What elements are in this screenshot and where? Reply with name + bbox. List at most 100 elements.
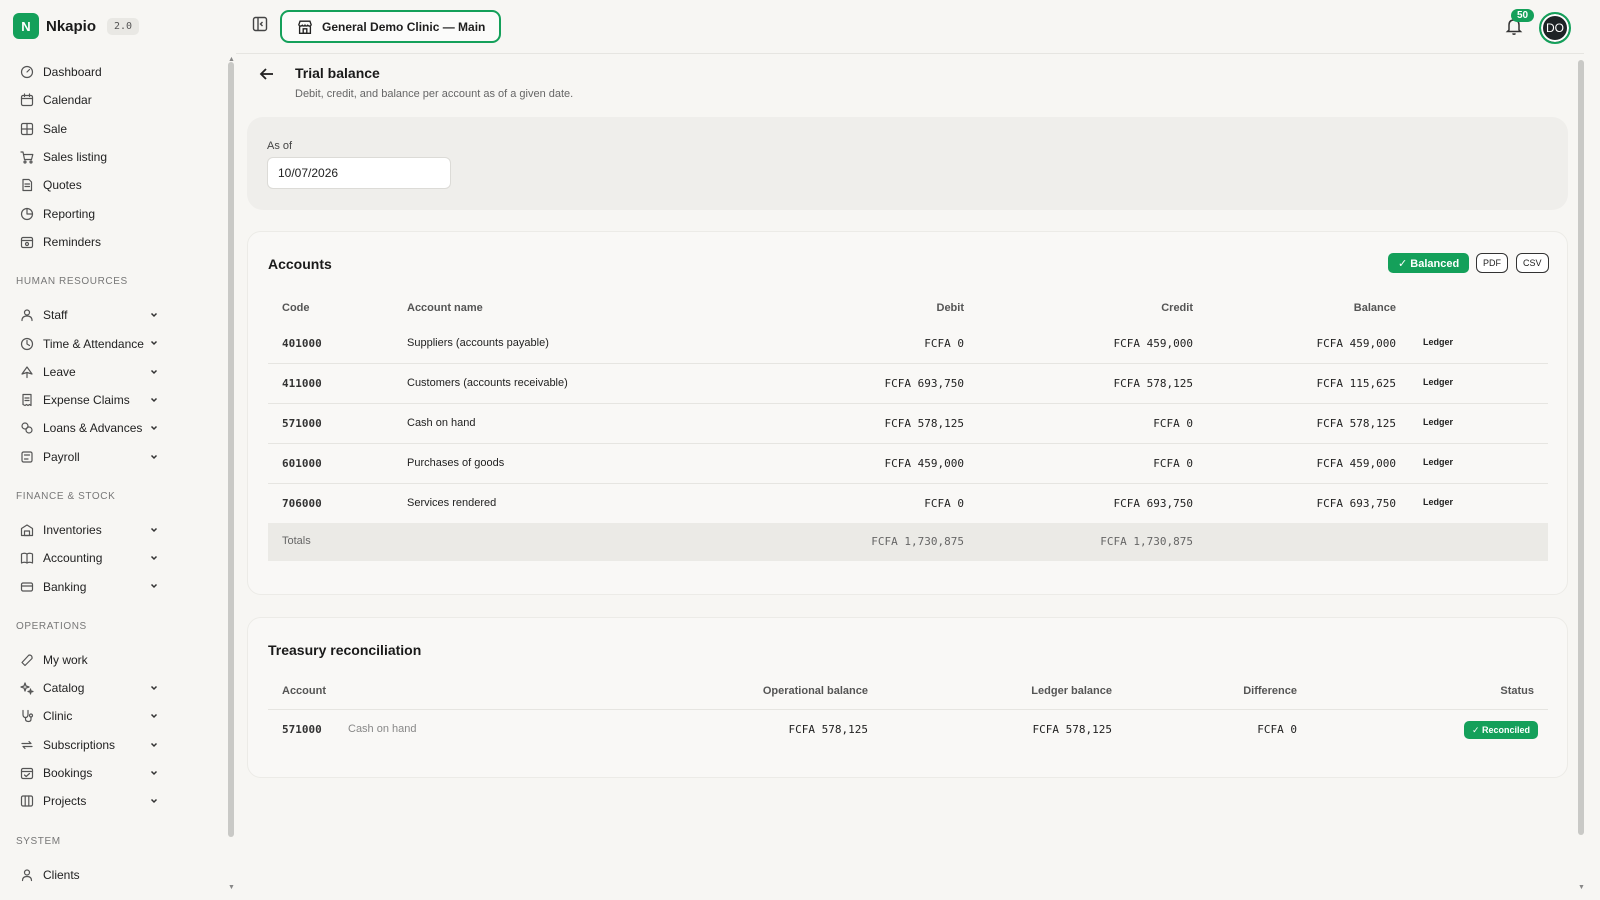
chevron-down-icon[interactable] bbox=[149, 767, 159, 777]
chevron-down-icon[interactable] bbox=[149, 795, 159, 805]
treasury-account-code: 571000 bbox=[282, 723, 322, 736]
sidebar-item-reporting[interactable]: Reporting bbox=[0, 199, 226, 227]
sidebar-toggle-icon[interactable] bbox=[252, 16, 268, 32]
sidebar-item-reminders[interactable]: Reminders bbox=[0, 228, 226, 256]
sidebar-item-sale[interactable]: Sale bbox=[0, 115, 226, 143]
accounts-table-header: Code Account name Debit Credit Balance bbox=[268, 289, 1548, 323]
as-of-date-input[interactable] bbox=[267, 157, 451, 189]
chevron-down-icon[interactable] bbox=[149, 309, 159, 319]
sidebar-item-clinic[interactable]: Clinic bbox=[0, 702, 226, 730]
accounts-title: Accounts bbox=[268, 256, 332, 272]
chevron-down-icon[interactable] bbox=[149, 366, 159, 376]
sidebar-item-label: Clinic bbox=[43, 709, 73, 724]
reconciled-badge: ✓ Reconciled bbox=[1464, 721, 1539, 739]
chevron-down-icon[interactable] bbox=[149, 710, 159, 720]
grid-icon bbox=[20, 122, 34, 136]
balance-value: FCFA 115,625 bbox=[1316, 377, 1396, 390]
sidebar-scroll-down-arrow[interactable]: ▼ bbox=[228, 884, 235, 891]
store-icon bbox=[298, 19, 312, 34]
ledger-link[interactable]: Ledger bbox=[1423, 417, 1453, 427]
export-csv-button[interactable]: CSV bbox=[1516, 253, 1549, 273]
sidebar-item-label: Time & Attendance bbox=[43, 336, 144, 351]
sidebar-item-leave[interactable]: Leave bbox=[0, 358, 226, 386]
table-row: 571000 Cash on hand FCFA 578,125 FCFA 57… bbox=[268, 709, 1548, 749]
sidebar-item-expense-claims[interactable]: Expense Claims bbox=[0, 386, 226, 414]
sidebar-item-label: My work bbox=[43, 652, 88, 667]
table-row: 601000 Purchases of goods FCFA 459,000 FCFA… bbox=[268, 443, 1548, 484]
section-header-finance-and-stock: FINANCE & STOCK bbox=[16, 490, 116, 502]
sidebar: N Nkapio 2.0 Dashboard Calendar Sale Sales … bbox=[0, 0, 226, 900]
main-scrollbar[interactable] bbox=[1578, 60, 1584, 835]
sidebar-item-inventories[interactable]: Inventories bbox=[0, 516, 226, 544]
chevron-down-icon[interactable] bbox=[149, 394, 159, 404]
sidebar-item-dashboard[interactable]: Dashboard bbox=[0, 58, 226, 86]
ledger-link[interactable]: Ledger bbox=[1423, 457, 1453, 467]
clinic-name: General Demo Clinic — Main bbox=[322, 19, 486, 34]
sidebar-item-quotes[interactable]: Quotes bbox=[0, 171, 226, 199]
sidebar-item-projects[interactable]: Projects bbox=[0, 787, 226, 815]
sidebar-item-calendar[interactable]: Calendar bbox=[0, 86, 226, 114]
operational-balance: FCFA 578,125 bbox=[788, 723, 868, 736]
sidebar-item-accounting[interactable]: Accounting bbox=[0, 544, 226, 572]
back-arrow-icon[interactable] bbox=[258, 65, 276, 83]
totals-label: Totals bbox=[282, 535, 311, 547]
sidebar-item-subscriptions[interactable]: Subscriptions bbox=[0, 731, 226, 759]
sidebar-item-label: Reporting bbox=[43, 206, 96, 221]
credit-value: FCFA 459,000 bbox=[1113, 337, 1193, 350]
balance-value: FCFA 459,000 bbox=[1316, 337, 1396, 350]
sidebar-scrollbar[interactable] bbox=[228, 62, 234, 837]
sidebar-item-label: Sales listing bbox=[43, 150, 108, 165]
brand[interactable]: N Nkapio 2.0 bbox=[13, 13, 140, 39]
notification-count-badge: 50 bbox=[1511, 9, 1535, 22]
clinic-selector-button[interactable]: General Demo Clinic — Main bbox=[280, 10, 502, 43]
account-name: Purchases of goods bbox=[407, 457, 505, 469]
sidebar-item-my-work[interactable]: My work bbox=[0, 646, 226, 674]
plane-icon bbox=[20, 365, 34, 379]
sidebar-item-label: Payroll bbox=[43, 449, 80, 464]
chevron-down-icon[interactable] bbox=[149, 524, 159, 534]
chevron-down-icon[interactable] bbox=[149, 739, 159, 749]
sidebar-item-payroll[interactable]: Payroll bbox=[0, 443, 226, 471]
sidebar-item-clients[interactable]: Clients bbox=[0, 861, 226, 889]
sidebar-item-label: Loans & Advances bbox=[43, 421, 143, 436]
section-header-human-resources: HUMAN RESOURCES bbox=[16, 276, 128, 288]
sidebar-item-sales-listing[interactable]: Sales listing bbox=[0, 143, 226, 171]
account-code: 571000 bbox=[282, 417, 322, 430]
sidebar-item-label: Catalog bbox=[43, 681, 85, 696]
bank-card-icon bbox=[20, 580, 34, 594]
balanced-badge: ✓ Balanced bbox=[1388, 253, 1470, 273]
ledger-link[interactable]: Ledger bbox=[1423, 497, 1453, 507]
sidebar-nav: Dashboard Calendar Sale Sales listing Quotes… bbox=[0, 58, 226, 889]
table-row: 571000 Cash on hand FCFA 578,125 FCFA 0 FCFA… bbox=[268, 403, 1548, 444]
users-icon bbox=[20, 308, 34, 322]
credit-value: FCFA 0 bbox=[1153, 417, 1193, 430]
sidebar-item-staff[interactable]: Staff bbox=[0, 301, 226, 329]
balance-value: FCFA 578,125 bbox=[1316, 417, 1396, 430]
sidebar-item-catalog[interactable]: Catalog bbox=[0, 674, 226, 702]
sidebar-item-label: Dashboard bbox=[43, 65, 102, 80]
chevron-down-icon[interactable] bbox=[149, 451, 159, 461]
sidebar-item-time-and-attendance[interactable]: Time & Attendance bbox=[0, 329, 226, 357]
sidebar-item-label: Bookings bbox=[43, 766, 93, 781]
chevron-down-icon[interactable] bbox=[149, 682, 159, 692]
ledger-link[interactable]: Ledger bbox=[1423, 377, 1453, 387]
chevron-down-icon[interactable] bbox=[149, 422, 159, 432]
col-debit: Debit bbox=[936, 302, 965, 314]
calendar-check-icon bbox=[20, 766, 34, 780]
export-pdf-button[interactable]: PDF bbox=[1476, 253, 1508, 273]
repeat-icon bbox=[20, 738, 34, 752]
chevron-down-icon[interactable] bbox=[149, 580, 159, 590]
sidebar-item-loans-and-advances[interactable]: Loans & Advances bbox=[0, 414, 226, 442]
version-badge: 2.0 bbox=[107, 17, 140, 35]
ledger-link[interactable]: Ledger bbox=[1423, 337, 1453, 347]
sidebar-item-label: Banking bbox=[43, 579, 87, 594]
balance-value: FCFA 459,000 bbox=[1316, 457, 1396, 470]
chevron-down-icon[interactable] bbox=[149, 552, 159, 562]
main-scroll-down-arrow[interactable]: ▼ bbox=[1578, 884, 1585, 891]
debit-value: FCFA 459,000 bbox=[884, 457, 964, 470]
sidebar-item-bookings[interactable]: Bookings bbox=[0, 759, 226, 787]
chevron-down-icon[interactable] bbox=[149, 337, 159, 347]
user-avatar[interactable]: DO bbox=[1539, 12, 1571, 44]
bell-calendar-icon bbox=[20, 235, 34, 249]
sidebar-item-banking[interactable]: Banking bbox=[0, 572, 226, 600]
